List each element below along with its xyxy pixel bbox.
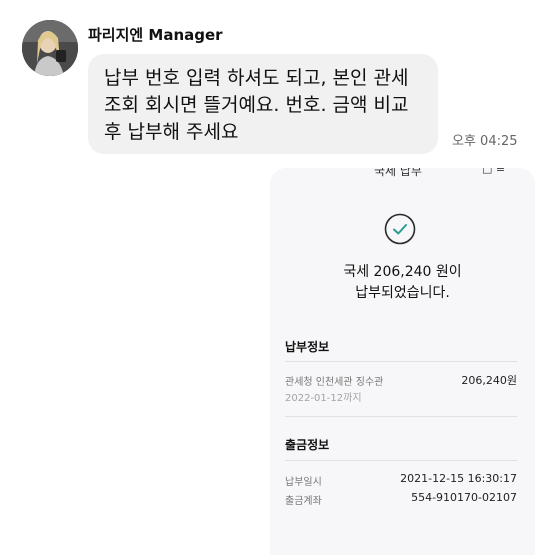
paid-date-label: 납부일시 [285,477,322,488]
sender-avatar[interactable] [22,20,78,76]
payment-result: 국세 206,240 원이 납부되었습니다. [270,262,535,304]
message-time: 오후 04:25 [452,134,518,149]
withdrawal-info-title: 출금정보 [285,438,330,452]
divider [285,460,517,461]
message-line: 후 납부해 주세요 [104,121,239,143]
receipt-header-icons: □ ≡ [482,168,506,175]
divider [285,416,517,417]
sender-name: 파리지엔 Manager [88,26,223,44]
divider [285,361,517,362]
payment-info-title: 납부정보 [285,340,330,354]
receipt-title: 국세 납부 [374,168,422,178]
result-status: 납부되었습니다. [355,285,450,301]
account-label: 출금계좌 [285,496,322,507]
payment-office-label: 관세청 인천세관 징수관 [285,377,384,388]
message-line: 조회 회시면 뜰거예요. 번호. 금액 비교 [104,94,409,116]
paid-date-value: 2021-12-15 16:30:17 [400,472,517,485]
payment-amount: 206,240원 [461,374,517,387]
message-bubble[interactable]: 납부 번호 입력 하셔도 되고, 본인 관세 조회 회시면 뜰거예요. 번호. … [88,54,438,154]
check-circle-icon [384,213,416,245]
receipt-header: 국세 납부 □ ≡ [270,168,535,178]
result-amount: 국세 206,240 원이 [343,264,462,280]
payment-due-date: 2022-01-12까지 [285,393,362,404]
message-line: 납부 번호 입력 하셔도 되고, 본인 관세 [104,67,409,89]
receipt-image[interactable]: 국세 납부 □ ≡ 국세 206,240 원이 납부되었습니다. 납부정보 관세… [270,168,535,555]
account-value: 554-910170-02107 [411,491,517,504]
